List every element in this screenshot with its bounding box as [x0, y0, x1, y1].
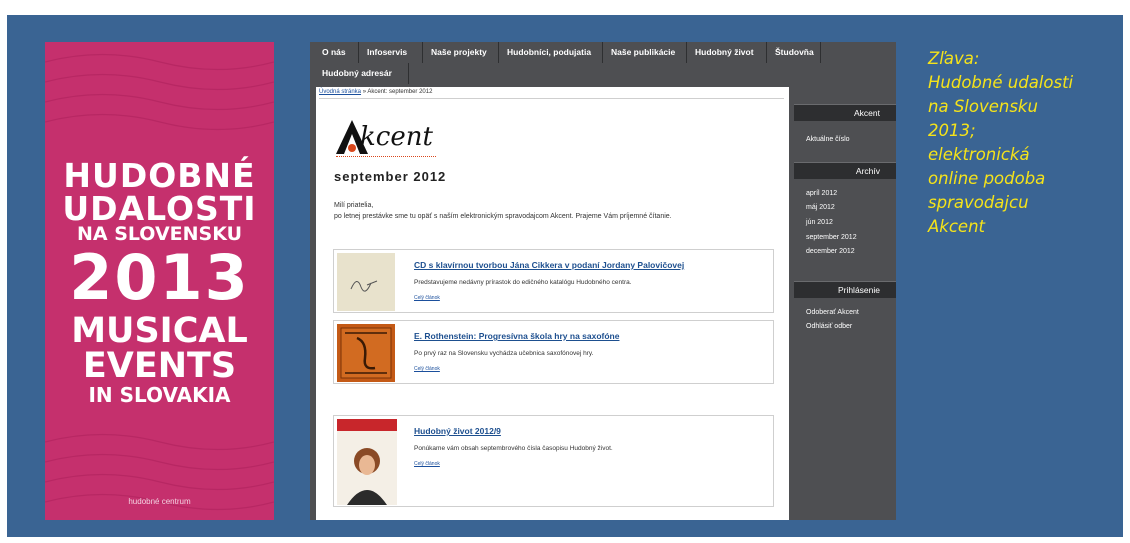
- caption-line: Akcent: [928, 217, 985, 236]
- read-more-link[interactable]: Celý článok: [414, 295, 440, 301]
- article-card: CD s klavírnou tvorbou Jána Cikkera v po…: [333, 249, 774, 313]
- nav-item-nase-projekty[interactable]: Naše projekty: [423, 42, 499, 63]
- sidebar-link-unsubscribe[interactable]: Odhlásiť odber: [806, 323, 852, 330]
- nav-item-studovna[interactable]: Študovňa: [767, 42, 821, 63]
- read-more-link[interactable]: Celý článok: [414, 461, 440, 467]
- sidebar-heading-archiv: Archív: [794, 162, 896, 179]
- logo-divider: [336, 156, 436, 157]
- caption-line: online podoba: [928, 169, 1046, 188]
- caption-line: Hudobné udalosti: [928, 73, 1074, 92]
- sidebar-link-archive-item[interactable]: december 2012: [806, 248, 855, 255]
- poster-line-1: HUDOBNÉ: [63, 156, 256, 195]
- hudobne-centrum-logo: hudobné centrum: [128, 497, 191, 506]
- nav-item-hudobny-zivot[interactable]: Hudobný život: [687, 42, 767, 63]
- greeting-text: Milí priatelia, po letnej prestávke sme …: [334, 202, 672, 220]
- akcent-logo-text: kcent: [360, 122, 433, 152]
- poster-line-7: IN SLOVAKIA: [88, 383, 231, 407]
- sidebar-link-archive-item[interactable]: máj 2012: [806, 204, 835, 211]
- poster-year: 2013: [69, 241, 250, 314]
- article-description: Ponúkame vám obsah septembrového čísla č…: [414, 445, 613, 452]
- sidebar-link-archive-item[interactable]: september 2012: [806, 234, 857, 241]
- cd-cover-thumbnail: [337, 253, 395, 311]
- article-card: Hudobný život 2012/9 Ponúkame vám obsah …: [333, 415, 774, 507]
- sidebar: Akcent Aktuálne číslo Archív apríl 2012 …: [794, 87, 896, 520]
- poster-line-2: UDALOSTI: [62, 189, 257, 228]
- caption-line: na Slovensku: [928, 97, 1038, 116]
- nav-item-o-nas[interactable]: O nás: [314, 42, 359, 63]
- nav-item-infoservis[interactable]: Infoservis: [359, 42, 423, 63]
- slide: HUDOBNÉ UDALOSTI NA SLOVENSKU 2013 MUSIC…: [7, 15, 1123, 537]
- article-title-link[interactable]: Hudobný život 2012/9: [414, 426, 501, 436]
- poster-line-6: EVENTS: [82, 346, 237, 386]
- sidebar-link-aktualne-cislo[interactable]: Aktuálne číslo: [806, 136, 850, 143]
- caption-line: 2013;: [928, 121, 976, 140]
- poster-line-5: MUSICAL: [71, 311, 248, 351]
- sidebar-link-archive-item[interactable]: apríl 2012: [806, 190, 837, 197]
- issue-title: september 2012: [334, 169, 447, 184]
- saxophone-book-thumbnail: [337, 324, 395, 382]
- article-description: Predstavujeme nedávny prírastok do edičn…: [414, 279, 632, 286]
- article-description: Po prvý raz na Slovensku vychádza učebni…: [414, 350, 594, 357]
- sidebar-heading-prihlasenie: Prihlásenie: [794, 281, 896, 298]
- nav-item-hudobny-adresar[interactable]: Hudobný adresár: [314, 63, 409, 84]
- read-more-link[interactable]: Celý článok: [414, 366, 440, 372]
- main-content: Úvodná stránka » Akcent: september 2012 …: [316, 87, 789, 520]
- website-screenshot: O nás Infoservis Naše projekty Hudobníci…: [310, 42, 896, 520]
- article-card: E. Rothenstein: Progresívna škola hry na…: [333, 320, 774, 384]
- nav-item-hudobnici[interactable]: Hudobníci, podujatia: [499, 42, 603, 63]
- sidebar-link-archive-item[interactable]: jún 2012: [806, 219, 833, 226]
- caption-line: spravodajcu: [928, 193, 1029, 212]
- sidebar-heading-akcent: Akcent: [794, 104, 896, 121]
- breadcrumb-current: Akcent: september 2012: [367, 89, 433, 95]
- sidebar-link-subscribe[interactable]: Odoberať Akcent: [806, 309, 859, 316]
- article-title-link[interactable]: CD s klavírnou tvorbou Jána Cikkera v po…: [414, 260, 684, 270]
- poster-image: HUDOBNÉ UDALOSTI NA SLOVENSKU 2013 MUSIC…: [45, 42, 274, 520]
- breadcrumb-home-link[interactable]: Úvodná stránka: [319, 89, 361, 95]
- slide-caption: Zľava: Hudobné udalosti na Slovensku 201…: [928, 47, 1098, 239]
- akcent-logo: kcent: [334, 118, 454, 158]
- top-navigation: O nás Infoservis Naše projekty Hudobníci…: [310, 42, 896, 84]
- caption-line: Zľava:: [928, 49, 980, 68]
- magazine-cover-thumbnail: [337, 419, 397, 505]
- breadcrumb: Úvodná stránka » Akcent: september 2012: [319, 89, 784, 99]
- nav-item-nase-publikacie[interactable]: Naše publikácie: [603, 42, 687, 63]
- caption-line: elektronická: [928, 145, 1030, 164]
- article-title-link[interactable]: E. Rothenstein: Progresívna škola hry na…: [414, 331, 619, 341]
